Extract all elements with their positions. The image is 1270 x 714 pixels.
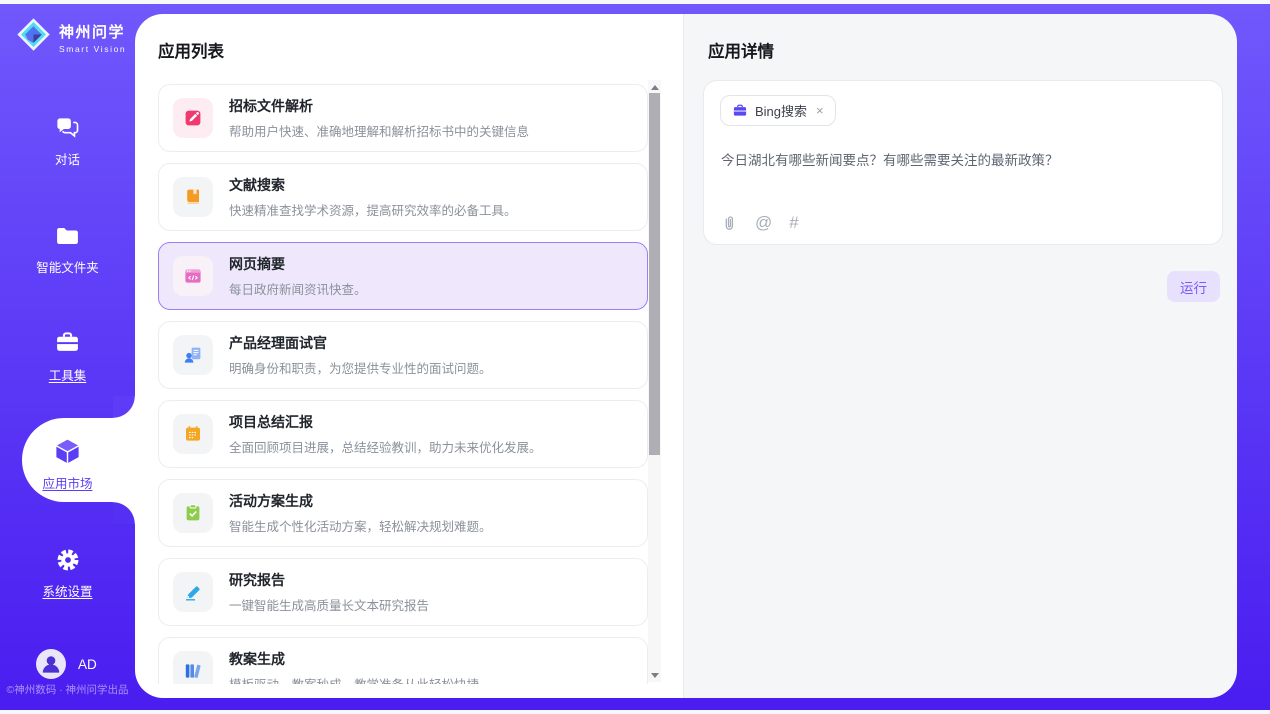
pen-square-icon — [173, 98, 213, 138]
prompt-card: Bing搜索 × 今日湖北有哪些新闻要点？有哪些需要关注的最新政策？ @ # — [703, 80, 1223, 245]
app-name: 研究报告 — [229, 570, 429, 590]
active-tab-fillet-top — [113, 396, 135, 418]
prompt-input[interactable]: 今日湖北有哪些新闻要点？有哪些需要关注的最新政策？ — [721, 151, 1205, 171]
scrollbar[interactable] — [648, 80, 661, 682]
sidebar: 神州问学 Smart Vision 对话智能文件夹工具集应用市场系统设置 AD … — [0, 4, 135, 710]
attachment-icon[interactable] — [721, 215, 738, 232]
brand-name: 神州问学 — [59, 21, 126, 42]
app-card-pen-square[interactable]: 招标文件解析帮助用户快速、准确地理解和解析招标书中的关键信息 — [158, 84, 648, 152]
tool-chip-label: Bing搜索 — [755, 101, 807, 120]
run-button[interactable]: 运行 — [1167, 271, 1220, 302]
app-description: 一键智能生成高质量长文本研究报告 — [229, 595, 429, 614]
chat-icon — [54, 113, 81, 142]
sidebar-item-chat[interactable]: 对话 — [0, 113, 135, 168]
app-card-clipboard-check[interactable]: 活动方案生成智能生成个性化活动方案，轻松解决规划难题。 — [158, 479, 648, 547]
sidebar-item-label: 对话 — [55, 149, 80, 168]
copyright-text: ©神州数码 · 神州问学出品 — [0, 682, 135, 697]
mention-icon[interactable]: @ — [755, 213, 772, 233]
app-list-title: 应用列表 — [158, 38, 224, 62]
app-name: 产品经理面试官 — [229, 333, 492, 353]
toolbox-icon — [54, 329, 81, 358]
app-card-browser[interactable]: 网页摘要每日政府新闻资讯快查。 — [158, 242, 648, 310]
app-description: 智能生成个性化活动方案，轻松解决规划难题。 — [229, 516, 492, 535]
hashtag-icon[interactable]: # — [789, 213, 798, 233]
arrow-down-icon — [651, 673, 659, 678]
calendar-note-icon — [173, 414, 213, 454]
app-name: 文献搜索 — [229, 175, 517, 195]
app-detail-panel: 应用详情 Bing搜索 × 今日湖北有哪些新闻要点？有哪些需要关注的最新政策？ — [683, 14, 1237, 698]
app-name: 活动方案生成 — [229, 491, 492, 511]
chip-close-icon[interactable]: × — [816, 103, 824, 118]
avatar-icon — [36, 649, 66, 679]
scroll-up-button[interactable] — [648, 80, 661, 94]
app-card-books[interactable]: 教案生成模板驱动，教案秒成，教学准备从此轻松快捷 — [158, 637, 648, 684]
ink-pen-icon — [173, 572, 213, 612]
app-list: 招标文件解析帮助用户快速、准确地理解和解析招标书中的关键信息文献搜索快速精准查找… — [158, 84, 648, 684]
scrollbar-thumb[interactable] — [649, 93, 660, 455]
app-name: 招标文件解析 — [229, 96, 529, 116]
user-account[interactable]: AD — [36, 649, 97, 679]
app-list-panel: 应用列表 招标文件解析帮助用户快速、准确地理解和解析招标书中的关键信息文献搜索快… — [135, 14, 683, 698]
scroll-down-button[interactable] — [648, 668, 661, 682]
app-name: 项目总结汇报 — [229, 412, 542, 432]
app-card-person-doc[interactable]: 产品经理面试官明确身份和职责，为您提供专业性的面试问题。 — [158, 321, 648, 389]
user-name: AD — [78, 657, 97, 672]
app-window-frame: 神州问学 Smart Vision 对话智能文件夹工具集应用市场系统设置 AD … — [0, 4, 1270, 710]
brand-subtitle: Smart Vision — [59, 44, 126, 54]
sidebar-item-folder[interactable]: 智能文件夹 — [0, 221, 135, 276]
content-area: 应用列表 招标文件解析帮助用户快速、准确地理解和解析招标书中的关键信息文献搜索快… — [135, 14, 1237, 698]
app-card-ink-pen[interactable]: 研究报告一键智能生成高质量长文本研究报告 — [158, 558, 648, 626]
sidebar-item-label: 工具集 — [49, 365, 87, 384]
briefcase-icon — [732, 103, 748, 119]
app-name: 教案生成 — [229, 649, 479, 669]
clipboard-check-icon — [173, 493, 213, 533]
app-name: 网页摘要 — [229, 254, 367, 274]
app-description: 帮助用户快速、准确地理解和解析招标书中的关键信息 — [229, 121, 529, 140]
gear-icon — [55, 545, 81, 574]
prompt-toolbar: @ # — [721, 213, 799, 233]
books-icon — [173, 651, 213, 684]
app-card-calendar-note[interactable]: 项目总结汇报全面回顾项目进展，总结经验教训，助力未来优化发展。 — [158, 400, 648, 468]
app-description: 模板驱动，教案秒成，教学准备从此轻松快捷 — [229, 674, 479, 684]
app-card-book[interactable]: 文献搜索快速精准查找学术资源，提高研究效率的必备工具。 — [158, 163, 648, 231]
folder-icon — [54, 221, 81, 250]
sidebar-item-label: 智能文件夹 — [36, 257, 99, 276]
browser-icon — [173, 256, 213, 296]
tool-chip-bing-search[interactable]: Bing搜索 × — [720, 95, 836, 126]
app-detail-title: 应用详情 — [708, 38, 774, 62]
brand-logo-icon — [15, 16, 52, 58]
app-description: 明确身份和职责，为您提供专业性的面试问题。 — [229, 358, 492, 377]
cube-icon — [53, 437, 82, 466]
person-doc-icon — [173, 335, 213, 375]
sidebar-item-toolbox[interactable]: 工具集 — [0, 329, 135, 384]
sidebar-item-cube[interactable]: 应用市场 — [0, 437, 135, 492]
brand-logo: 神州问学 Smart Vision — [15, 16, 126, 58]
arrow-up-icon — [651, 85, 659, 90]
active-tab-fillet-bottom — [113, 502, 135, 524]
app-description: 快速精准查找学术资源，提高研究效率的必备工具。 — [229, 200, 517, 219]
sidebar-item-label: 系统设置 — [42, 581, 92, 600]
app-description: 每日政府新闻资讯快查。 — [229, 279, 367, 298]
sidebar-item-gear[interactable]: 系统设置 — [0, 545, 135, 600]
sidebar-item-label: 应用市场 — [42, 473, 92, 492]
app-description: 全面回顾项目进展，总结经验教训，助力未来优化发展。 — [229, 437, 542, 456]
book-icon — [173, 177, 213, 217]
